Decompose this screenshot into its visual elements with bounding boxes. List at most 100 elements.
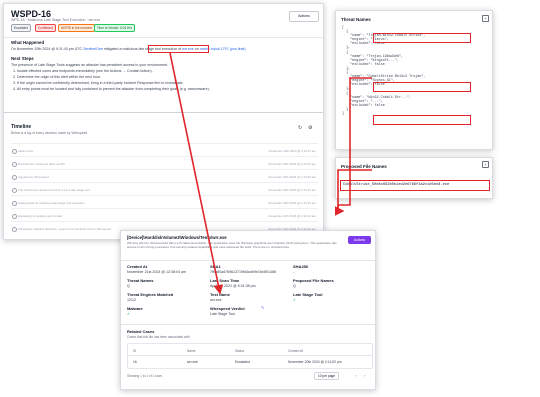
timeline-event: Initial event <box>18 149 34 153</box>
settings-icon[interactable]: ⚙ <box>308 126 312 131</box>
field-value: November 21st 2024 @ 12:38:04 am <box>127 270 186 274</box>
field-label: Test Name <box>210 292 230 297</box>
file-description: Win Exe (32-bit). Windows/x64 PE is a Po… <box>127 241 337 249</box>
field-label: SHA256 <box>293 264 309 269</box>
field-label: SHA1 <box>210 264 221 269</box>
status-badge-confirmed: Confirmed <box>35 24 56 32</box>
divider <box>121 260 375 261</box>
file-detail-card: [Device]\HarddiskVolume3\Windows\Temp\wr… <box>120 230 376 390</box>
highlight-box <box>148 45 209 53</box>
mitre-badge: MITRE in the moment <box>58 24 95 32</box>
timeline-date: November 20th 2024 @ 2:13:23 am <box>268 201 316 205</box>
timeline-dot-icon <box>12 149 17 154</box>
timeline-dot-icon <box>12 214 17 219</box>
next-page-button[interactable]: › <box>364 373 365 378</box>
highlight-box <box>373 33 471 43</box>
row-divider <box>128 355 372 356</box>
related-cases-subtitle: Cases that this file has been associated… <box>127 335 190 339</box>
column-header: Status <box>235 349 245 353</box>
table-cell[interactable]: 16 <box>133 360 137 364</box>
field-label: Created At <box>127 264 148 269</box>
actions-button[interactable]: Actions <box>348 236 371 244</box>
timeline-event: Escalating to analysis and review <box>18 214 63 218</box>
timeline-dot-icon <box>12 201 17 206</box>
what-happened-heading: What Happened <box>11 40 45 45</box>
divider <box>4 112 323 113</box>
field-label: Late Stage Tool <box>293 292 323 297</box>
timeline-subtitle: Below is a log of every decision made by… <box>11 131 88 135</box>
timeline-dot-icon <box>12 162 17 167</box>
next-steps-intro: The presence of Late Stage Tools suggest… <box>11 63 169 67</box>
time-to-verdict-badge: Time to Verdict: 0:04 Hrs <box>94 24 135 32</box>
timeline-event: Enriched the observed data via API <box>18 162 65 166</box>
timeline-dot-icon <box>12 188 17 193</box>
status-badge-escalated: Escalated <box>11 24 31 32</box>
divider <box>121 324 375 325</box>
timeline-dot-icon <box>12 227 17 232</box>
plus-icon[interactable]: + <box>482 161 489 168</box>
threat-names-panel: Threat Names + [ { "name": "Trojan.Win32… <box>335 10 493 150</box>
timeline-event: The enrichment determined this to be a l… <box>18 188 90 192</box>
sentinelone-link[interactable]: SentinelOne <box>83 47 103 51</box>
highlight-box <box>373 115 471 125</box>
plus-icon[interactable]: + <box>482 15 489 22</box>
timeline-date: November 20th 2024 @ 2:13:23 am <box>268 188 316 192</box>
timeline-divider <box>11 143 318 144</box>
field-label: Threat Engines Matched <box>127 292 174 297</box>
field-label: Threat Names <box>127 278 154 283</box>
pagination-summary: Showing 1 to 1 of 1 rows <box>127 374 162 378</box>
column-header: Name <box>187 349 196 353</box>
what-happened-text: On November 20th 2024 @ 9:11:43 pm UTC S… <box>11 47 246 51</box>
search-icon[interactable]: Q <box>127 284 130 288</box>
proposed-file-names-panel: Proposed File Names + CobaltStrike_S0e8c… <box>335 157 493 199</box>
timeline-heading: Timeline <box>11 124 32 130</box>
highlight-box <box>373 82 471 92</box>
prev-page-button[interactable]: ‹ <box>355 373 356 378</box>
column-header: Created At <box>288 349 304 353</box>
per-page-select[interactable]: 10 per page <box>314 372 340 380</box>
next-step-item: 3. If the origin cannot be confidently d… <box>13 81 184 85</box>
timeline-date: November 20th 2024 @ 2:13:24 am <box>268 214 316 218</box>
next-steps-heading: Next Steps <box>11 56 34 61</box>
field-value: - <box>293 270 295 274</box>
actions-button[interactable]: Actions <box>289 11 319 22</box>
divider <box>4 37 323 38</box>
table-cell: November 20th 2024 @ 2:11:52 pm <box>288 360 342 364</box>
field-value: 7fbb80ad769613719fd3a4b9e1fd4f01486 <box>210 270 276 274</box>
column-header: ID <box>133 349 137 353</box>
field-label: Wirespeed Verdict <box>210 306 245 311</box>
case-subtitle: WPD-16 · Malicious Late Stage Tool Execu… <box>11 18 101 22</box>
field-label: Malware <box>127 306 143 311</box>
timeline-divider <box>11 195 318 196</box>
timeline-event: Wirespeed updated detection, events from… <box>18 227 112 231</box>
timeline-divider <box>11 169 318 170</box>
related-cases-table: ID Name Status Created At 16 wrr.exe Esc… <box>127 343 373 369</box>
file-path: [Device]\HarddiskVolume3\Windows\Temp\wr… <box>127 235 227 240</box>
highlight-box <box>340 180 490 191</box>
field-value: Late Stage Tool <box>210 312 235 316</box>
check-icon: ✓ <box>127 312 131 316</box>
field-label: Last Scan Time <box>210 278 240 283</box>
next-step-item: 4. All entry points must be located and … <box>13 87 210 91</box>
timeline-divider <box>11 182 318 183</box>
search-icon[interactable]: Q <box>293 284 296 288</box>
timeline-event: Categorized as malicious late stage tool… <box>18 201 85 205</box>
field-value: 12/12 <box>127 298 136 302</box>
table-cell: Escalated <box>235 360 250 364</box>
timeline-date: November 20th 2024 @ 2:12:22 am <box>268 162 316 166</box>
timeline-dot-icon <box>12 175 17 180</box>
next-step-item: 1. Isolate effected users and endpoints … <box>13 69 153 73</box>
table-cell: wrr.exe <box>187 360 198 364</box>
timeline-event: Ingested by Wirespeed <box>18 175 49 179</box>
edit-icon[interactable]: ✎ <box>261 306 264 310</box>
refresh-icon[interactable]: ↻ <box>298 126 302 131</box>
threat-names-title: Threat Names <box>341 17 371 22</box>
field-value: wrr.exe <box>210 298 222 302</box>
timeline-date: November 20th 2024 @ 2:13:23 am <box>268 175 316 179</box>
proposed-file-names-title: Proposed File Names <box>341 164 387 169</box>
related-cases-heading: Related Cases <box>127 329 155 334</box>
next-step-item: 2. Determine the origin of this alert wi… <box>13 75 101 79</box>
timeline-divider <box>11 208 318 209</box>
field-label: Proposed File Names <box>293 278 334 283</box>
case-card: WSPD-16 WPD-16 · Malicious Late Stage To… <box>3 3 324 240</box>
